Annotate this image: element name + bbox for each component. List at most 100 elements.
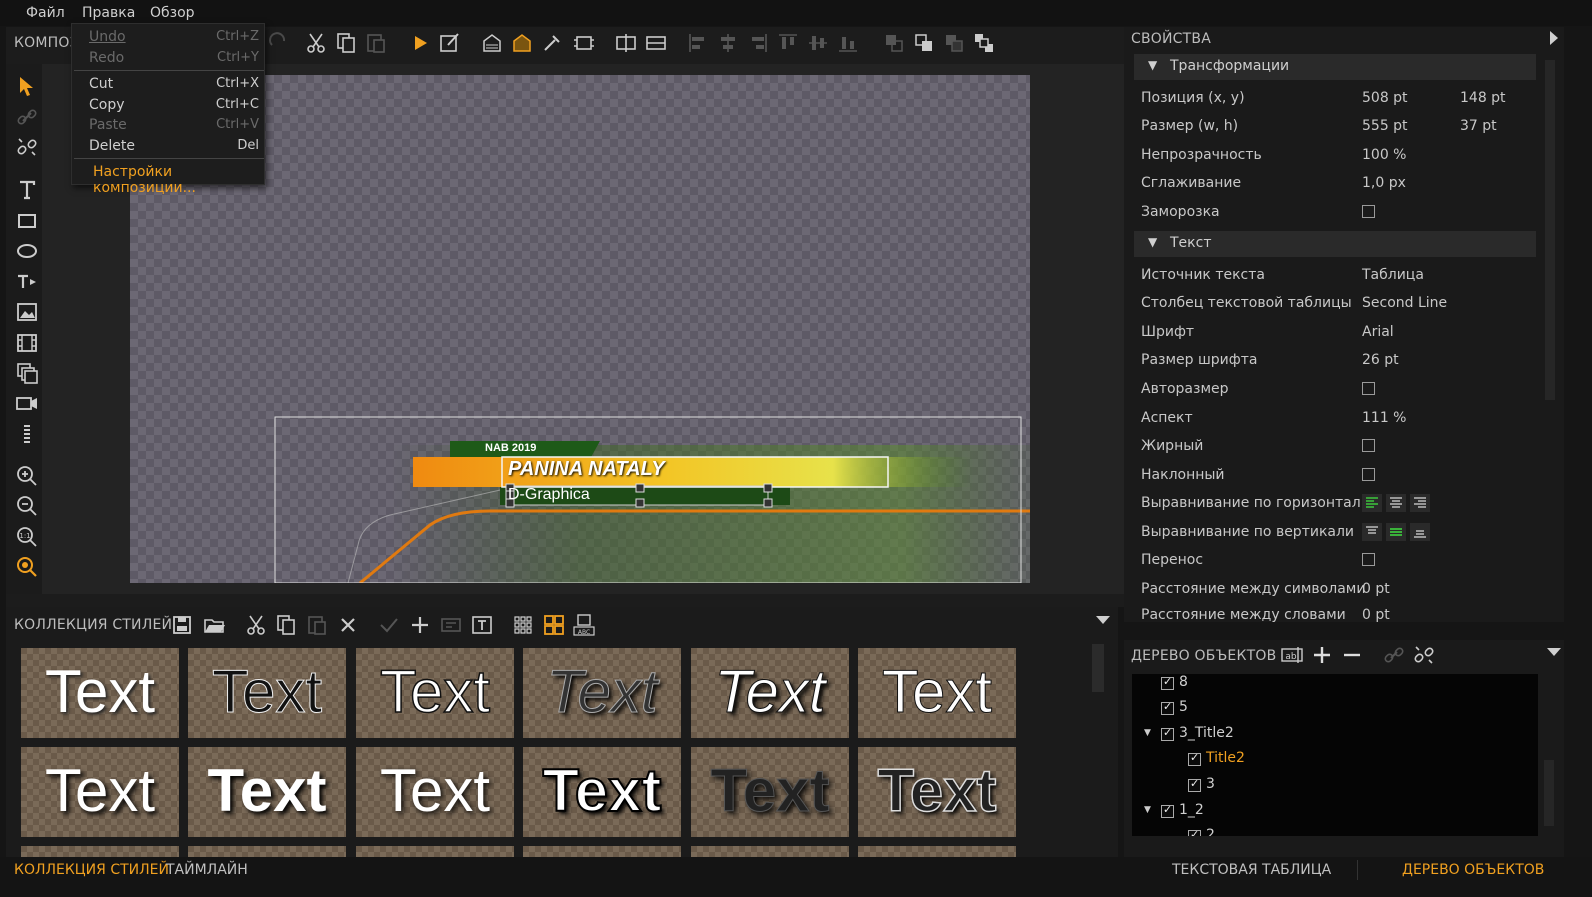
copy-icon[interactable]	[334, 31, 358, 55]
tree-scrollbar[interactable]	[1544, 760, 1554, 826]
visibility-checkbox[interactable]	[1161, 700, 1174, 715]
rename-icon[interactable]	[439, 613, 463, 637]
prop-font-size-value[interactable]: 26 pt	[1362, 352, 1399, 368]
zoom-active-icon[interactable]	[15, 555, 39, 579]
camera-tool-icon[interactable]	[15, 391, 39, 415]
collapse-right-icon[interactable]	[1548, 30, 1560, 46]
visibility-checkbox[interactable]	[1161, 675, 1174, 690]
h-align-center-button[interactable]	[1386, 494, 1406, 512]
style-tile-6[interactable]: Text	[858, 648, 1016, 738]
sequence-tool-icon[interactable]	[15, 361, 39, 385]
tab-object-tree[interactable]: ДЕРЕВО ОБЪЕКТОВ	[1402, 862, 1544, 878]
v-align-center-button[interactable]	[1386, 523, 1406, 541]
style-tile-4[interactable]: Text	[523, 648, 681, 738]
link-objects-icon[interactable]	[1382, 643, 1406, 667]
style-tile-11[interactable]: Text	[691, 747, 849, 837]
autosize-checkbox[interactable]	[1362, 382, 1375, 395]
save-icon[interactable]	[170, 613, 194, 637]
add-icon[interactable]	[408, 613, 432, 637]
send-back-icon[interactable]	[972, 31, 996, 55]
unlink-icon[interactable]	[15, 135, 39, 159]
style-tile-10[interactable]: Text	[523, 747, 681, 837]
visibility-checkbox[interactable]	[1188, 828, 1201, 836]
menu-item-paste[interactable]: Paste Ctrl+V	[72, 115, 266, 135]
prop-size-w[interactable]: 555 pt	[1362, 118, 1408, 134]
image-tool-icon[interactable]	[15, 300, 39, 324]
select-arrow-icon[interactable]	[15, 74, 39, 98]
menu-item-copy[interactable]: Copy Ctrl+C	[72, 95, 266, 115]
open-folder-icon[interactable]	[202, 613, 226, 637]
ellipse-tool-icon[interactable]	[15, 239, 39, 263]
bring-forward-icon[interactable]	[912, 31, 936, 55]
center-h-icon[interactable]	[614, 31, 638, 55]
menu-file[interactable]: Файл	[26, 5, 65, 21]
text-ticker-icon[interactable]	[15, 270, 39, 294]
unlink-objects-icon[interactable]	[1412, 643, 1436, 667]
panel-menu-icon[interactable]	[1095, 614, 1111, 626]
audio-meter-icon[interactable]	[15, 422, 39, 446]
properties-scrollbar[interactable]	[1545, 60, 1555, 400]
prop-aspect-value[interactable]: 111 %	[1362, 410, 1406, 426]
add-object-icon[interactable]	[1310, 643, 1334, 667]
tab-text-table[interactable]: ТЕКСТОВАЯ ТАБЛИЦА	[1172, 862, 1331, 878]
visibility-checkbox[interactable]	[1188, 751, 1201, 766]
rename-object-icon[interactable]: ab	[1280, 643, 1304, 667]
redo-icon[interactable]	[266, 31, 290, 55]
fill-icon[interactable]	[480, 31, 504, 55]
delete-icon[interactable]	[336, 613, 360, 637]
edit-icon[interactable]	[438, 31, 462, 55]
zoom-in-icon[interactable]	[15, 464, 39, 488]
align-bottom-icon[interactable]	[836, 31, 860, 55]
section-transform-header[interactable]: ▼ Трансформации	[1134, 54, 1536, 80]
link-icon[interactable]	[15, 105, 39, 129]
prop-position-y[interactable]: 148 pt	[1460, 90, 1506, 106]
zoom-fit-icon[interactable]: 1:1	[15, 525, 39, 549]
h-align-left-button[interactable]	[1362, 494, 1382, 512]
send-backward-icon[interactable]	[942, 31, 966, 55]
crop-icon[interactable]	[572, 31, 596, 55]
center-v-icon[interactable]	[644, 31, 668, 55]
visibility-checkbox[interactable]	[1161, 726, 1174, 741]
style-tile-2[interactable]: Text	[188, 648, 346, 738]
menu-item-redo[interactable]: Redo Ctrl+Y	[72, 48, 266, 68]
style-tile-14[interactable]	[188, 846, 346, 857]
visibility-checkbox[interactable]	[1161, 803, 1174, 818]
italic-checkbox[interactable]	[1362, 468, 1375, 481]
prop-smoothing-value[interactable]: 1,0 px	[1362, 175, 1406, 191]
rectangle-tool-icon[interactable]	[15, 209, 39, 233]
menu-item-undo[interactable]: Undo Ctrl+Z	[72, 27, 266, 47]
align-middle-icon[interactable]	[806, 31, 830, 55]
text-preview-icon[interactable]: ABC	[572, 613, 596, 637]
style-tile-7[interactable]: Text	[21, 747, 179, 837]
style-tile-8[interactable]: Text	[188, 747, 346, 837]
align-center-icon[interactable]	[716, 31, 740, 55]
video-tool-icon[interactable]	[15, 331, 39, 355]
prop-text-source-value[interactable]: Таблица	[1362, 267, 1424, 283]
gradient-fill-icon[interactable]	[510, 31, 534, 55]
copy-icon[interactable]	[274, 613, 298, 637]
apply-check-icon[interactable]	[377, 613, 401, 637]
expand-arrow-icon[interactable]: ▼	[1144, 805, 1151, 815]
menu-item-cut[interactable]: Cut Ctrl+X	[72, 74, 266, 94]
cut-icon[interactable]	[244, 613, 268, 637]
grid-small-icon[interactable]	[511, 613, 535, 637]
eyedropper-icon[interactable]	[540, 31, 564, 55]
menu-item-composition-settings[interactable]: Настройки композиции...	[72, 162, 266, 196]
expand-arrow-icon[interactable]: ▼	[1144, 728, 1151, 738]
prop-opacity-value[interactable]: 100 %	[1362, 147, 1406, 163]
play-icon[interactable]	[408, 31, 432, 55]
wrap-checkbox[interactable]	[1362, 553, 1375, 566]
style-tile-15[interactable]	[356, 846, 514, 857]
paste-icon[interactable]	[364, 31, 388, 55]
style-tile-9[interactable]: Text	[356, 747, 514, 837]
bring-front-icon[interactable]	[882, 31, 906, 55]
style-tile-16[interactable]	[523, 846, 681, 857]
style-tile-18[interactable]	[858, 846, 1016, 857]
freeze-checkbox[interactable]	[1362, 205, 1375, 218]
visibility-checkbox[interactable]	[1188, 777, 1201, 792]
h-align-right-button[interactable]	[1410, 494, 1430, 512]
style-tile-17[interactable]	[691, 846, 849, 857]
style-tile-1[interactable]: Text	[21, 648, 179, 738]
zoom-out-icon[interactable]	[15, 494, 39, 518]
text-tool-icon[interactable]	[15, 178, 39, 202]
